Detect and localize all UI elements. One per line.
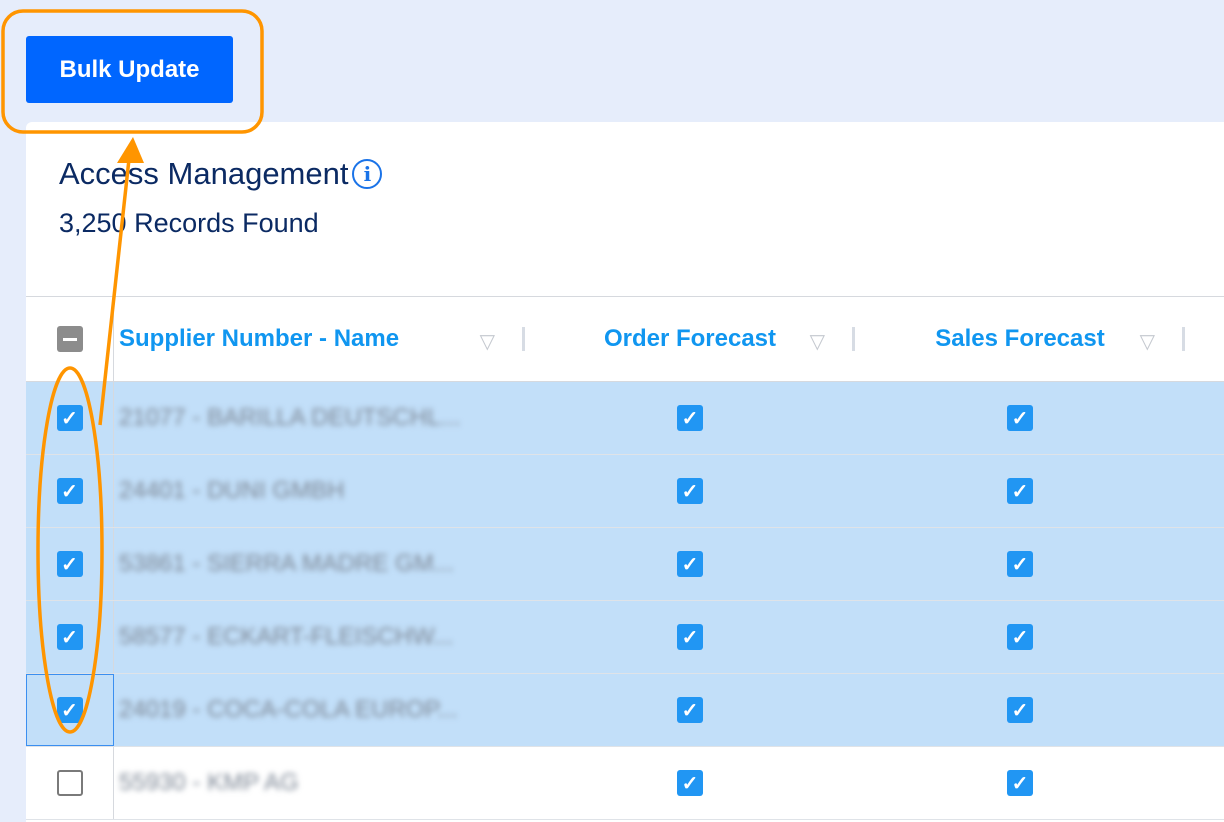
select-all-checkbox[interactable] (56, 326, 83, 352)
records-count: 3,250 Records Found (59, 208, 319, 238)
bulk-update-button[interactable]: Bulk Update (26, 36, 233, 103)
filter-icon[interactable]: ▽ (810, 329, 825, 354)
order-forecast-checkbox[interactable]: ✓ (677, 770, 703, 796)
sales-forecast-checkbox[interactable]: ✓ (1007, 478, 1033, 504)
order-forecast-checkbox[interactable]: ✓ (677, 624, 703, 650)
row-select-checkbox[interactable]: ✓ (56, 624, 83, 650)
column-resize-handle[interactable] (1182, 327, 1185, 351)
access-table: Supplier Number - Name ▽ Order Forecast ▽ … (26, 296, 1224, 820)
table-header-row: Supplier Number - Name ▽ Order Forecast ▽ … (26, 297, 1224, 382)
column-header-supplier[interactable]: Supplier Number - Name (119, 325, 399, 353)
sales-forecast-checkbox[interactable]: ✓ (1007, 405, 1033, 431)
row-select-checkbox[interactable]: ✓ (56, 551, 83, 577)
supplier-name: 24401 - DUNI GMBH (119, 477, 345, 504)
table-row[interactable]: ✓ 24401 - DUNI GMBH ✓ ✓ (26, 455, 1224, 528)
info-icon[interactable]: i (352, 159, 383, 189)
table-row[interactable]: ✓ 53861 - SIERRA MADRE GM... ✓ ✓ (26, 528, 1224, 601)
filter-icon[interactable]: ▽ (480, 329, 495, 354)
order-forecast-checkbox[interactable]: ✓ (677, 697, 703, 723)
access-management-card: Access Management i 3,250 Records Found … (26, 122, 1224, 822)
column-header-sales-forecast[interactable]: Sales Forecast (935, 325, 1104, 353)
page-title: Access Management i (59, 156, 383, 192)
table-row[interactable]: 55930 - KMP AG ✓ ✓ (26, 747, 1224, 820)
page-title-text: Access Management (59, 156, 349, 191)
row-select-checkbox[interactable]: ✓ (56, 478, 83, 504)
row-select-checkbox[interactable]: ✓ (56, 697, 83, 723)
supplier-name: 53861 - SIERRA MADRE GM... (119, 550, 454, 577)
sales-forecast-checkbox[interactable]: ✓ (1007, 624, 1033, 650)
table-row[interactable]: ✓ 58577 - ECKART-FLEISCHW... ✓ ✓ (26, 601, 1224, 674)
row-select-checkbox[interactable] (56, 770, 83, 796)
sales-forecast-checkbox[interactable]: ✓ (1007, 551, 1033, 577)
filter-icon[interactable]: ▽ (1140, 329, 1155, 354)
supplier-name: 58577 - ECKART-FLEISCHW... (119, 623, 454, 650)
column-header-order-forecast[interactable]: Order Forecast (604, 325, 776, 353)
supplier-name: 24019 - COCA-COLA EUROP... (119, 696, 458, 723)
order-forecast-checkbox[interactable]: ✓ (677, 478, 703, 504)
sales-forecast-checkbox[interactable]: ✓ (1007, 697, 1033, 723)
order-forecast-checkbox[interactable]: ✓ (677, 405, 703, 431)
supplier-name: 21077 - BARILLA DEUTSCHL... (119, 404, 461, 431)
order-forecast-checkbox[interactable]: ✓ (677, 551, 703, 577)
sales-forecast-checkbox[interactable]: ✓ (1007, 770, 1033, 796)
table-row[interactable]: ✓ 21077 - BARILLA DEUTSCHL... ✓ ✓ (26, 382, 1224, 455)
row-select-checkbox[interactable]: ✓ (56, 405, 83, 431)
supplier-name: 55930 - KMP AG (119, 769, 299, 796)
table-row[interactable]: ✓ 24019 - COCA-COLA EUROP... ✓ ✓ (26, 674, 1224, 747)
